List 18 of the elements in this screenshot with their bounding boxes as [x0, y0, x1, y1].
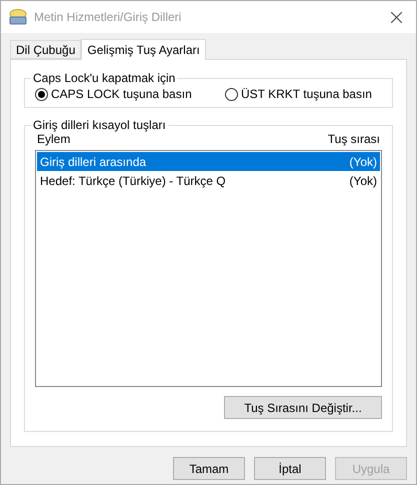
key-sequence-text: (Yok): [349, 154, 377, 168]
action-text: Giriş dilleri arasında: [40, 154, 146, 168]
radio-option[interactable]: ÜST KRKT tuşuna basın: [225, 87, 372, 101]
key-sequence-text: (Yok): [349, 174, 377, 188]
group-title: Caps Lock'u kapatmak için: [32, 71, 176, 85]
column-header: Tuş sırası: [328, 132, 380, 146]
radio-option[interactable]: CAPS LOCK tuşuna basın: [35, 87, 225, 101]
column-header: Eylem: [37, 132, 70, 146]
dialog-button[interactable]: Tamam: [173, 457, 245, 480]
tab[interactable]: Gelişmiş Tuş Ayarları: [81, 39, 206, 60]
action-text: Hedef: Türkçe (Türkiye) - Türkçe Q: [40, 174, 226, 188]
list-row[interactable]: Giriş dilleri arasında (Yok): [37, 152, 380, 171]
list-row[interactable]: Hedef: Türkçe (Türkiye) - Türkçe Q (Yok): [37, 171, 380, 190]
dialog-button[interactable]: İptal: [254, 457, 326, 480]
tab[interactable]: Dil Çubuğu: [10, 40, 82, 59]
change-key-sequence-button[interactable]: Tuş Sırasını Değiştir...: [224, 396, 382, 419]
window-title: Metin Hizmetleri/Giriş Dilleri: [34, 10, 182, 24]
group-title: Giriş dilleri kısayol tuşları: [32, 118, 167, 132]
